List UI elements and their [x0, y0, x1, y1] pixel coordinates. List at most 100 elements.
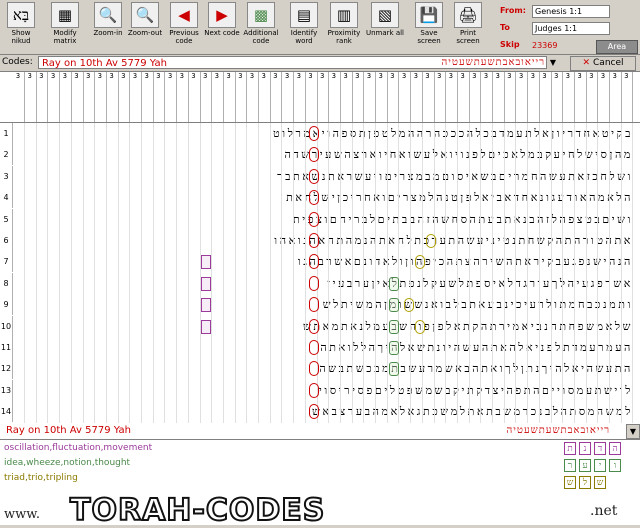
word-marker-purple[interactable] [201, 255, 211, 270]
code-letter-marker[interactable] [309, 404, 319, 420]
word-marker-purple[interactable] [201, 319, 211, 334]
result-line[interactable]: triad,trio,tripling [4, 473, 78, 484]
additional-code-label: Additional code [243, 29, 279, 45]
grid-line [339, 123, 341, 423]
codes-label: Codes: [2, 57, 33, 67]
code-letter-marker[interactable] [309, 340, 319, 355]
word-legend: תנדהרעיושלש [564, 442, 636, 492]
matrix-row: 2 מהןסישלחיעקבמלאכיםלפנויואלעשואחיוארצהשע… [0, 144, 640, 166]
matrix-icon: ▦ [51, 2, 79, 28]
save-screen-button[interactable]: 💾 Save screen [410, 2, 448, 52]
code-letter-marker[interactable] [309, 147, 319, 163]
code-letter-marker[interactable] [309, 126, 319, 141]
matrix-row: 5 ושיםבטצפהלזהבנאתבעתהסחשהזהבבתיםלבריחםוצ… [0, 208, 640, 230]
word-marker-yellow[interactable] [404, 298, 414, 313]
from-label: From: [500, 6, 526, 15]
chevron-down-icon[interactable]: ▼ [546, 56, 559, 69]
code-letter-marker[interactable] [309, 233, 319, 248]
additional-code-button[interactable]: ▩ Additional code [242, 2, 280, 52]
code-letter-marker[interactable] [309, 168, 319, 184]
grid-line [386, 123, 388, 423]
code-letter-marker[interactable] [309, 318, 319, 334]
word-marker-purple[interactable] [201, 276, 211, 291]
show-nikud-button[interactable]: בָּא Show nikud [2, 2, 40, 52]
nikud-icon: בָּא [7, 2, 35, 28]
code-summary-text: Ray on 10th Av 5779 Yah [6, 425, 131, 436]
code-letter-marker[interactable] [309, 297, 319, 313]
word-marker-green[interactable] [389, 319, 399, 334]
word-marker-yellow[interactable] [415, 255, 425, 270]
zoom-out-label: Zoom-out [127, 29, 163, 37]
grid-line [632, 123, 634, 423]
grid-line [281, 123, 283, 423]
code-letter-marker[interactable] [309, 361, 319, 377]
unmark-all-label: Unmark all [366, 29, 405, 37]
word-marker-yellow[interactable] [426, 234, 436, 248]
row-number: 9 [0, 294, 13, 316]
matrix-row: 6 אתהטורהתהקשחתנטיניעשהתערכתלחאתהנמהתהאהנ… [0, 230, 640, 251]
result-line[interactable]: idea,wheeze,notion,thought [4, 458, 130, 469]
unmark-all-icon: ▧ [371, 2, 399, 28]
word-marker-yellow[interactable] [415, 319, 425, 334]
code-letter-marker[interactable] [309, 190, 319, 206]
grid-line [515, 123, 517, 423]
zoom-out-icon: 🔍 [131, 2, 159, 28]
grid-line [492, 123, 493, 423]
code-letter-marker[interactable] [309, 275, 319, 291]
matrix-row: 13 לוישתעמסוייםהתפהיצדקתיקבשמשפטליםפסיריס… [0, 379, 640, 401]
word-marker-green[interactable] [389, 362, 399, 377]
matrix-row: 12 התעשהיאלהיךנתןלךואתהבאשמרעשבתמבכשתבשה [0, 358, 640, 380]
to-field[interactable]: Judges 1:1 [532, 22, 610, 35]
from-field[interactable]: Genesis 1:1 [532, 5, 610, 18]
grid-line [152, 123, 154, 423]
identify-word-label: Identify word [290, 29, 318, 45]
grid-line [538, 123, 540, 423]
chevron-down-icon[interactable]: ▼ [626, 424, 640, 439]
previous-code-button[interactable]: ◀ Previous code [165, 2, 203, 52]
row-number: 5 [0, 208, 13, 230]
grid-line [35, 123, 37, 423]
print-screen-button[interactable]: 🖨 Print screen [449, 2, 487, 52]
modify-matrix-button[interactable]: ▦ Modify matrix [46, 2, 84, 52]
row-number: 6 [0, 230, 13, 251]
row-number: 14 [0, 401, 13, 423]
row-number: 11 [0, 337, 13, 358]
proximity-rank-button[interactable]: ▥ Proximity rank [325, 2, 363, 52]
code-letter-marker[interactable] [309, 211, 319, 227]
matrix-row: 14 למשהמסתהלבנכרמשבתאתלמשכתגאלאמהבערצבאש [0, 401, 640, 423]
grid-line [94, 123, 96, 423]
matrix-row: 7 הנהישנפגעבקיראתהשירהצתהכיפהוןולאדונםאשר… [0, 251, 640, 273]
legend-letter: ל [579, 476, 591, 489]
word-marker-green[interactable] [389, 276, 399, 291]
zoom-in-button[interactable]: 🔍 Zoom-in [89, 2, 127, 52]
matrix-row: 3 ושלחכזאתעשהחמריםבשאיסוםמבמצריםויעשראתנש… [0, 165, 640, 187]
site-banner: www. TORAH-CODES .net [0, 492, 640, 528]
code-letter-marker[interactable] [309, 382, 319, 398]
grid-line [503, 123, 505, 423]
result-line[interactable]: oscillation,fluctuation,movement [4, 443, 152, 454]
print-screen-label: Print screen [456, 29, 480, 45]
row-number: 1 [0, 123, 13, 144]
show-nikud-label: Show nikud [11, 29, 31, 45]
unmark-all-button[interactable]: ▧ Unmark all [366, 2, 404, 52]
row-number: 3 [0, 165, 13, 187]
code-summary-row: Ray on 10th Av 5779 Yah רייאובאבתשעתשעטי… [0, 423, 640, 440]
word-marker-green[interactable] [389, 298, 399, 313]
next-code-button[interactable]: ▶ Next code [203, 2, 241, 52]
grid-line [468, 123, 470, 423]
grid-line [222, 123, 224, 423]
results-panel: oscillation,fluctuation,movement idea,wh… [0, 440, 640, 495]
identify-word-button[interactable]: ▤ Identify word [285, 2, 323, 52]
legend-letter: ד [594, 442, 606, 455]
column-header-cell[interactable]: 3 [620, 72, 634, 122]
word-marker-purple[interactable] [201, 298, 211, 313]
area-button[interactable]: Area [596, 40, 638, 54]
code-letter-marker[interactable] [309, 254, 319, 270]
grid-line [456, 123, 458, 423]
zoom-out-button[interactable]: 🔍 Zoom-out [126, 2, 164, 52]
legend-letter: ו [609, 459, 621, 472]
cancel-button[interactable]: ✕ Cancel [570, 56, 636, 71]
row-number: 4 [0, 187, 13, 209]
skip-label: Skip [500, 40, 520, 49]
word-marker-green[interactable] [389, 341, 399, 355]
